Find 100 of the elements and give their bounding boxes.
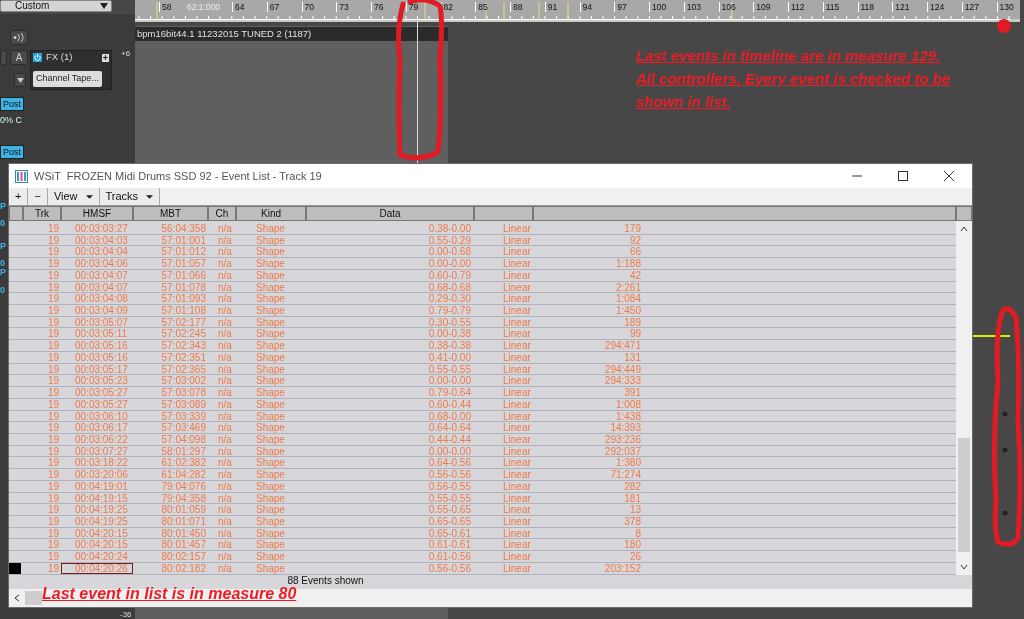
table-cell-text: 00:03:05:17 [74,363,129,375]
table-row[interactable]: 19 00:03:18:22 61:02:382 n/a Shape 0.64-0.56 Linear 1:380 [9,457,956,470]
table-cell-text: Linear [502,316,532,328]
column-header[interactable]: Ch [208,206,236,221]
table-row[interactable]: 19 00:03:04:07 57:01:078 n/a Shape 0.68-0.68 Linear 2:261 [9,281,956,294]
power-icon[interactable] [33,53,42,62]
table-cell-text: 19 [46,551,60,562]
fx-label: FX (1) [46,50,73,65]
table-cell-text: Shape [255,269,286,281]
arrow-button[interactable] [0,50,7,65]
table-row[interactable]: 19 00:03:05:16 57:02:343 n/a Shape 0.38-0.38 Linear 294:471 [9,340,956,352]
preset-dropdown[interactable]: Custom [0,0,112,12]
scale-label: -36 [120,609,132,619]
table-row[interactable]: 19 00:04:20:15 80:01:450 n/a Shape 0.65-0.61 Linear 8 [9,527,956,540]
column-header[interactable]: Data [306,206,474,221]
table-cell-text: Linear [502,480,532,492]
table-cell-text: Linear [502,422,532,433]
table-row[interactable]: 19 00:03:05:17 57:02:365 n/a Shape 0.55-0.55 Linear 294:449 [9,363,956,376]
table-row[interactable]: 19 00:04:19:25 80:01:071 n/a Shape 0.65-0.65 Linear 378 [9,515,956,528]
table-row[interactable]: 19 00:03:05:16 57:02:351 n/a Shape 0.41-0.00 Linear 131 [9,351,956,364]
scroll-up-icon[interactable] [959,224,969,234]
table-cell-text: 0.00-0.00 [427,375,472,387]
track-title: bpm16bit44.1 11232015 TUNED 2 (1187) [135,27,448,41]
table-cell-text: n/a [217,445,233,457]
table-cell-text: 19 [46,398,60,410]
send-mode-button[interactable]: Post [0,97,24,111]
strip-label: 0 [0,257,5,269]
table-cell-text: 293:236 [603,433,642,445]
column-header[interactable] [474,206,533,221]
ruler-label: 94 [579,2,592,12]
table-row[interactable]: 19 00:03:04:09 57:01:108 n/a Shape 0.79-0.79 Linear 1:450 [9,305,956,317]
table-cell-text: 00:03:05:27 [74,398,129,410]
table-row[interactable]: 19 00:04:20:24 80:02:157 n/a Shape 0.61-0.56 Linear 26 [9,551,956,563]
timeline-ruler[interactable]: 58 62:1:000 64 67 70 73 76 79 82 85 88 91 94 97 100 103 106 109 112 115 118 121 124 127 130 [135,0,1020,22]
column-header[interactable]: Kind [236,206,306,221]
table-row[interactable]: 19 00:03:05:27 57:03:089 n/a Shape 0.60-0.44 Linear 1:008 [9,398,956,411]
table-row[interactable]: 19 00:03:04:03 57:01:001 n/a Shape 0.55-0.29 Linear 92 [9,234,956,247]
table-row[interactable]: 19 00:03:04:04 57:01:012 n/a Shape 0.00-0.68 Linear 66 [9,246,956,259]
column-header[interactable]: MBT [133,206,208,221]
dropdown-button[interactable] [14,73,26,87]
table-row[interactable]: 19 00:04:19:01 79:04:076 n/a Shape 0.56-0.55 Linear 282 [9,480,956,493]
table-cell-text: 294:471 [603,340,642,351]
table-cell-text: Shape [255,398,286,410]
table-row[interactable]: 19 00:03:06:22 57:04:098 n/a Shape 0.44-0.44 Linear 293:236 [9,433,956,446]
table-cell-text: 378 [623,515,642,527]
table-cell-text: Linear [502,445,532,457]
table-cell-text: 58:01:297 [160,445,207,457]
table-cell-text: 00:04:20:15 [74,527,129,539]
table-row[interactable]: 19 00:03:03:27 56:04:358 n/a Shape 0.38-0.00 Linear 179 [9,223,956,235]
send-mode-button[interactable]: Post [0,145,24,159]
table-cell-text: 19 [46,492,60,504]
plugin-button[interactable]: Channel Tape... [33,71,102,87]
table-row[interactable]: 19 00:03:07:27 58:01:297 n/a Shape 0.00-0.00 Linear 292:037 [9,445,956,458]
table-cell-text: n/a [217,351,233,363]
table-cell-text: 42 [628,269,642,281]
table-row[interactable]: 19 00:04:20:26 80:02:182 n/a Shape 0.56-0.56 Linear 203:152 [9,562,956,575]
table-row[interactable]: 19 00:03:05:11 57:02:245 n/a Shape 0.00-0.38 Linear 99 [9,328,956,341]
scroll-down-icon[interactable] [959,562,969,572]
add-button[interactable]: + [9,188,29,205]
scroll-thumb[interactable] [25,591,42,605]
table-cell-text: Shape [255,387,286,398]
automation-button[interactable]: A [10,50,28,65]
table-cell-text: Shape [255,445,286,457]
column-header[interactable]: Trk [23,206,61,221]
speaker-button[interactable] [10,30,28,45]
table-cell-text: 00:03:04:09 [74,305,129,316]
table-row[interactable]: 19 00:03:05:23 57:03:002 n/a Shape 0.00-0.00 Linear 294:333 [9,375,956,388]
column-header[interactable]: HMSF [61,206,133,221]
table-cell-text: 00:03:06:22 [74,433,129,445]
menu-button[interactable]: Tracks [99,188,161,205]
scroll-left-icon[interactable] [13,593,21,603]
ruler-label: 112 [788,2,805,12]
table-cell-text: n/a [217,293,233,305]
table-row[interactable]: 19 00:03:04:06 57:01:057 n/a Shape 0.00-0.00 Linear 1:188 [9,258,956,270]
table-cell-text: Shape [255,234,286,246]
table-cell-text: n/a [217,457,233,469]
table-cell-text: 57:01:093 [160,293,207,305]
scroll-thumb[interactable] [958,438,970,552]
table-row[interactable]: 19 00:03:04:07 57:01:066 n/a Shape 0.60-0.79 Linear 42 [9,269,956,282]
table-row[interactable]: 19 00:03:04:08 57:01:093 n/a Shape 0.29-0.30 Linear 1:084 [9,293,956,306]
ruler-label: 97 [614,2,627,12]
table-cell-text: Linear [502,375,532,387]
table-row[interactable]: 19 00:03:06:10 57:03:339 n/a Shape 0.68-0.00 Linear 1:438 [9,410,956,423]
column-header[interactable] [9,206,23,221]
table-cell-text: 57:03:089 [160,398,207,410]
table-row[interactable]: 19 00:04:20:15 80:01:457 n/a Shape 0.61-0.61 Linear 180 [9,539,956,552]
table-row[interactable]: 19 00:04:19:25 80:01:059 n/a Shape 0.55-0.65 Linear 13 [9,504,956,516]
table-cell-text: 00:03:04:08 [74,293,129,305]
remove-button[interactable]: − [28,188,48,205]
add-fx-button[interactable]: + [101,53,109,62]
table-cell-text: 19 [46,269,60,281]
table-row[interactable]: 19 00:04:19:15 79:04:358 n/a Shape 0.55-0.55 Linear 181 [9,492,956,505]
table-cell-text: 1:380 [614,457,642,469]
table-row[interactable]: 19 00:03:05:27 57:03:078 n/a Shape 0.79-0.64 Linear 391 [9,387,956,399]
table-row[interactable]: 19 00:03:05:07 57:02:177 n/a Shape 0.30-0.55 Linear 189 [9,316,956,329]
table-cell-text: 0.79-0.79 [427,305,472,316]
table-row[interactable]: 19 00:03:06:17 57:03:469 n/a Shape 0.64-0.64 Linear 14:393 [9,422,956,434]
menu-button[interactable]: View [47,188,100,205]
table-cell-text: 19 [46,562,60,574]
table-row[interactable]: 19 00:03:20:06 61:04:282 n/a Shape 0.56-0.56 Linear 71:274 [9,469,956,481]
